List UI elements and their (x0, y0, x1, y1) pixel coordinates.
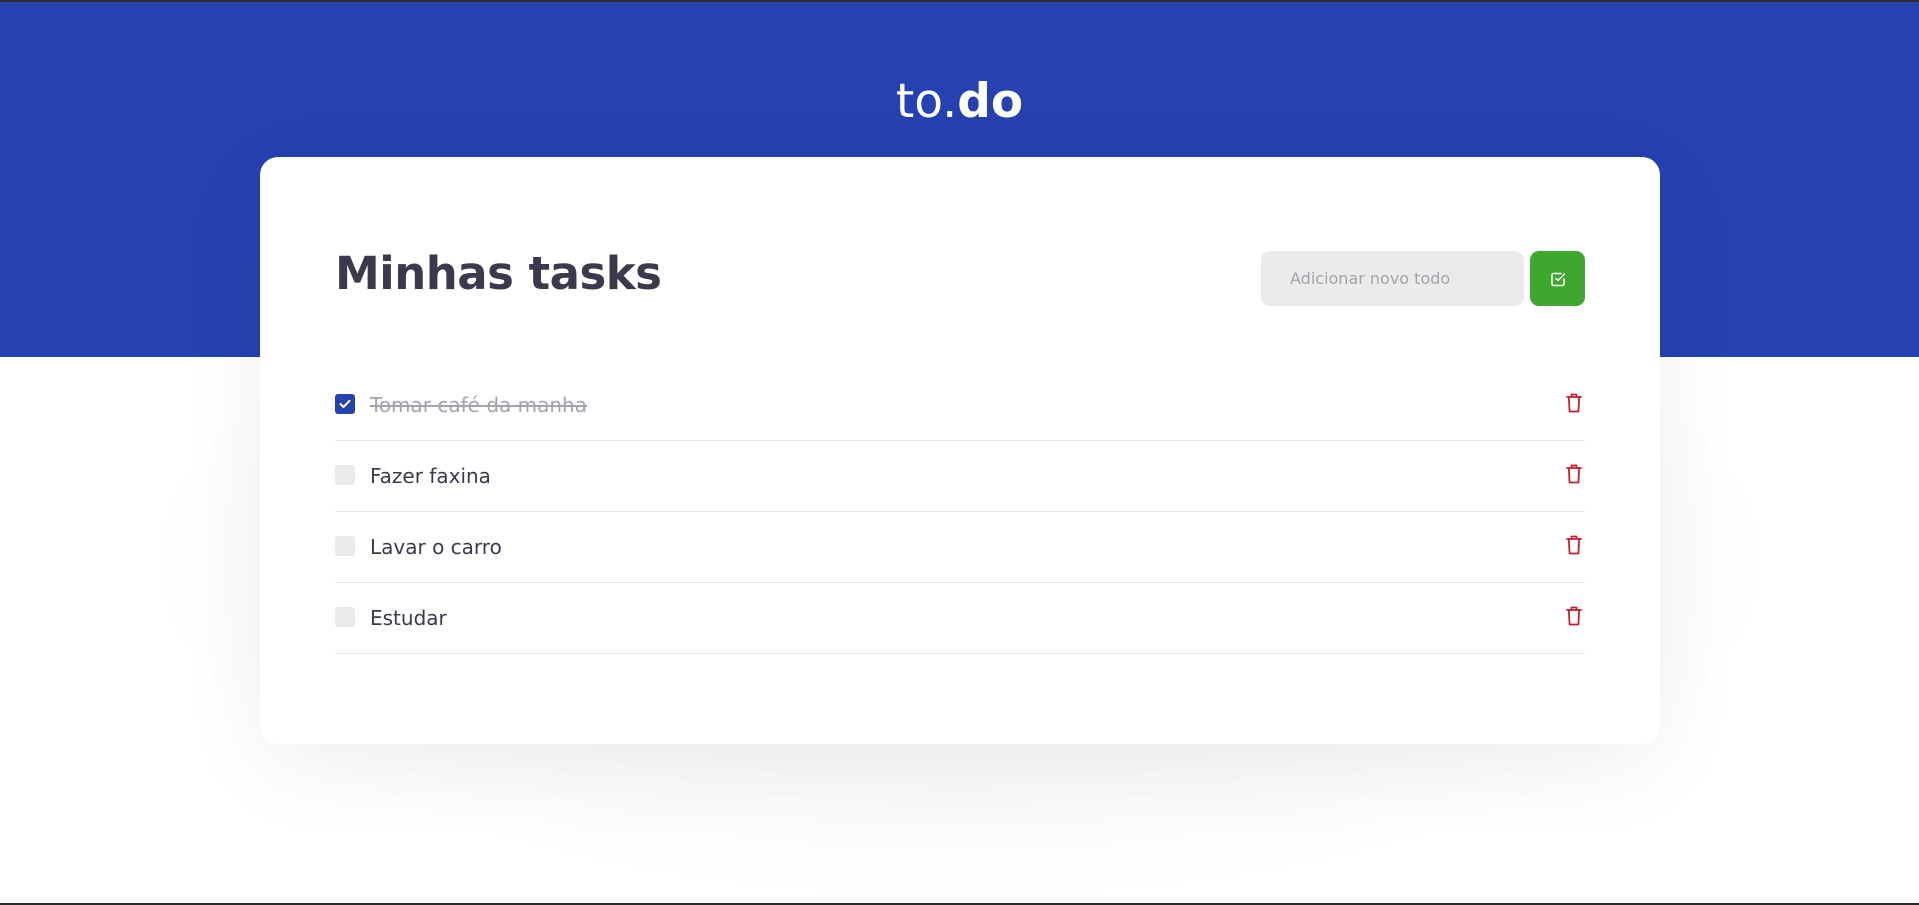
trash-icon[interactable] (1565, 534, 1583, 556)
task-label: Lavar o carro (370, 535, 502, 559)
check-square-icon (1550, 271, 1566, 287)
logo-light-text: to. (895, 74, 958, 129)
task-row: Tomar café da manha (335, 370, 1585, 441)
trash-icon[interactable] (1565, 463, 1583, 485)
logo-bold-text: do (957, 74, 1024, 129)
page-title: Minhas tasks (335, 247, 662, 300)
task-checkbox[interactable] (335, 465, 355, 485)
checkmark-icon (339, 399, 351, 409)
new-todo-field[interactable] (1261, 251, 1524, 306)
trash-icon[interactable] (1565, 392, 1583, 414)
new-todo-input[interactable] (1261, 251, 1524, 306)
task-label: Estudar (370, 606, 447, 630)
task-label: Fazer faxina (370, 464, 491, 488)
task-row: Estudar (335, 583, 1585, 654)
task-checkbox[interactable] (335, 536, 355, 556)
page: to.do Minhas tasks Tomar café da ma (0, 0, 1919, 905)
add-todo-button[interactable] (1530, 251, 1585, 306)
task-row: Lavar o carro (335, 512, 1585, 583)
app-logo: to.do (0, 74, 1919, 130)
task-row: Fazer faxina (335, 441, 1585, 512)
task-label: Tomar café da manha (370, 393, 587, 417)
trash-icon[interactable] (1565, 605, 1583, 627)
task-checkbox[interactable] (335, 607, 355, 627)
task-checkbox[interactable] (335, 394, 355, 414)
tasks-card: Minhas tasks Tomar café da manha (260, 157, 1660, 744)
task-list: Tomar café da manha Fazer faxina Lavar o… (335, 370, 1585, 654)
